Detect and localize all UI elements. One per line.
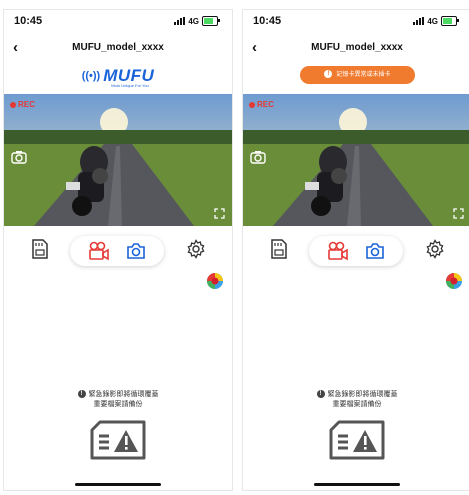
rec-label: REC — [18, 100, 35, 109]
nav-bar: ‹ MUFU_model_xxxx — [4, 39, 232, 58]
video-frame — [4, 94, 232, 226]
rec-indicator: REC — [10, 100, 35, 109]
sd-card-warning-banner[interactable]: ! 記憶卡異常或未插卡 — [300, 66, 415, 84]
backup-notice: ! 緊急錄影即將循環覆蓋 重要檔案請備份 — [243, 390, 469, 410]
live-video-view[interactable]: REC — [4, 94, 232, 226]
status-time: 10:45 — [14, 15, 43, 27]
rec-dot-icon — [249, 101, 255, 108]
notice-line-1: ! 緊急錄影即將循環覆蓋 — [243, 390, 469, 400]
status-bar: 10:45 4G — [243, 14, 469, 30]
home-indicator — [75, 483, 161, 486]
record-video-icon[interactable] — [88, 241, 110, 266]
color-ball-icon[interactable] — [445, 272, 463, 295]
signal-icon — [413, 17, 425, 25]
battery-icon — [202, 16, 220, 26]
rec-label: REC — [257, 100, 274, 109]
warning-icon: ! — [324, 70, 333, 79]
photo-camera-icon[interactable] — [126, 243, 146, 264]
status-indicators: 4G — [174, 16, 220, 26]
mufu-logo: ((•)) MUFU Moto Unique For You — [4, 66, 232, 90]
fullscreen-icon[interactable] — [453, 208, 464, 219]
record-video-icon[interactable] — [327, 241, 349, 266]
phone-screen-left: 10:45 4G ‹ MUFU_model_xxxx ((•)) MUFU Mot… — [3, 9, 233, 491]
info-icon: ! — [77, 390, 86, 399]
battery-icon — [441, 16, 459, 26]
photo-camera-icon[interactable] — [365, 243, 385, 264]
card-warning-icon — [90, 420, 146, 465]
sd-card-file-icon[interactable] — [32, 239, 48, 264]
warning-text: 記憶卡異常或未插卡 — [336, 72, 391, 78]
nav-bar: ‹ MUFU_model_xxxx — [243, 39, 469, 58]
notice-line-1: ! 緊急錄影即將循環覆蓋 — [4, 390, 232, 400]
backup-notice: ! 緊急錄影即將循環覆蓋 重要檔案請備份 — [4, 390, 232, 410]
rec-indicator: REC — [249, 100, 274, 109]
network-label: 4G — [427, 16, 438, 26]
flip-camera-icon[interactable] — [250, 150, 266, 164]
control-row — [243, 234, 469, 268]
info-icon: ! — [316, 390, 325, 399]
status-indicators: 4G — [413, 16, 459, 26]
network-label: 4G — [188, 16, 199, 26]
fullscreen-icon[interactable] — [214, 208, 225, 219]
control-row — [4, 234, 232, 268]
logo-tagline: Moto Unique For You — [111, 83, 149, 88]
phone-screen-right: 10:45 4G ‹ MUFU_model_xxxx ! 記憶卡異常或未插卡 R… — [242, 9, 469, 491]
capture-pill — [70, 236, 164, 266]
status-bar: 10:45 4G — [4, 14, 232, 30]
sd-card-file-icon[interactable] — [271, 239, 287, 264]
status-time: 10:45 — [253, 15, 282, 27]
wifi-logo-icon: ((•)) — [81, 70, 101, 82]
live-video-view[interactable]: REC — [243, 94, 469, 226]
capture-pill — [309, 236, 403, 266]
video-frame — [243, 94, 469, 226]
page-title: MUFU_model_xxxx — [72, 42, 164, 53]
page-title: MUFU_model_xxxx — [311, 42, 403, 53]
gear-icon[interactable] — [186, 239, 206, 264]
flip-camera-icon[interactable] — [11, 150, 27, 164]
home-indicator — [314, 483, 400, 486]
notice-line-2: 重要檔案請備份 — [93, 401, 143, 408]
color-ball-icon[interactable] — [206, 272, 224, 295]
card-warning-icon — [329, 420, 385, 465]
notice-line-2: 重要檔案請備份 — [332, 401, 382, 408]
signal-icon — [174, 17, 186, 25]
gear-icon[interactable] — [425, 239, 445, 264]
rec-dot-icon — [10, 101, 16, 108]
